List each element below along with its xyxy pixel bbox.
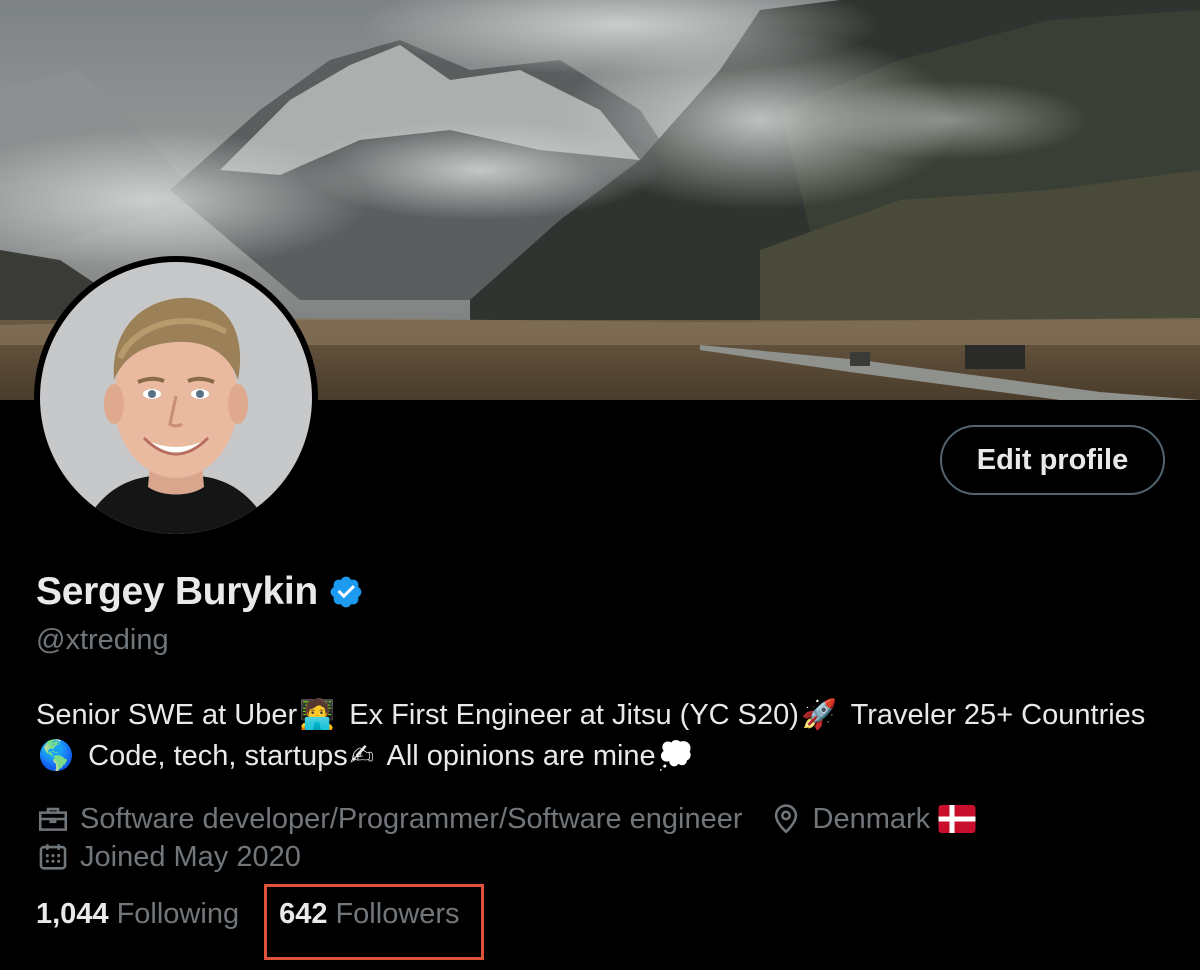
profession-text: Software developer/Programmer/Software e… [80, 802, 743, 835]
display-name: Sergey Burykin [36, 570, 318, 613]
bio-text-5: All opinions are mine [386, 740, 656, 772]
location-item: Denmark [769, 802, 979, 836]
followers-highlight-box [264, 884, 484, 960]
location-text: Denmark [812, 802, 931, 835]
bio-text-3: Traveler 25+ Countries [850, 699, 1146, 731]
joined-text: Joined May 2020 [80, 840, 301, 873]
profile-bio: Senior SWE at Uber🧑‍💻 Ex First Engineer … [36, 694, 1156, 776]
location-pin-icon [774, 804, 797, 834]
bio-text-4: Code, tech, startups [88, 740, 348, 772]
following-count: 1,044 [36, 898, 109, 930]
writing-hand-emoji-icon: ✍ [349, 738, 375, 772]
verified-badge-icon[interactable] [328, 574, 364, 610]
briefcase-icon [38, 807, 68, 831]
denmark-flag-icon [938, 805, 976, 833]
following-label: Following [116, 898, 240, 930]
user-handle: @xtreding [36, 624, 169, 656]
thought-balloon-emoji-icon: 💭 [657, 738, 694, 772]
edit-profile-button[interactable]: Edit profile [940, 425, 1165, 495]
joined-item: Joined May 2020 [36, 840, 301, 874]
calendar-icon [39, 844, 67, 870]
profile-page: Edit profile Sergey Burykin @xtreding Se… [0, 0, 1200, 970]
name-row: Sergey Burykin [36, 570, 364, 614]
profile-meta: Software developer/Programmer/Software e… [36, 800, 1004, 876]
bio-text-1: Senior SWE at Uber [36, 699, 298, 731]
profession-item: Software developer/Programmer/Software e… [36, 802, 743, 836]
avatar-photo [40, 262, 312, 534]
meta-line-1: Software developer/Programmer/Software e… [36, 800, 1004, 838]
profile-avatar[interactable] [34, 256, 318, 540]
following-link[interactable]: 1,044 Following [36, 898, 239, 931]
bio-text-2: Ex First Engineer at Jitsu (YC S20) [349, 699, 799, 731]
meta-line-2: Joined May 2020 [36, 838, 1004, 876]
technologist-emoji-icon: 🧑‍💻 [299, 697, 336, 731]
rocket-emoji-icon: 🚀 [800, 697, 838, 731]
globe-emoji-icon: 🌎 [38, 738, 75, 772]
